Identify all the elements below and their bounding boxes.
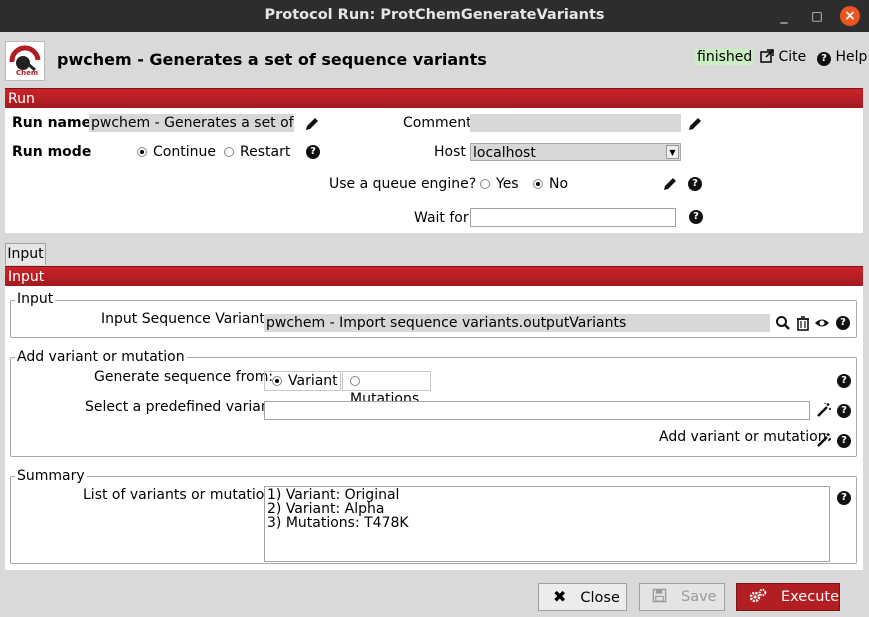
floppy-disk-icon: [652, 588, 667, 603]
close-button[interactable]: ✖ Close: [538, 583, 627, 611]
variants-list[interactable]: 1) Variant: Original 2) Variant: Alpha 3…: [264, 486, 830, 562]
variant-option-label: Variant: [288, 373, 338, 389]
execute-button[interactable]: Execute: [736, 583, 840, 611]
input-sequence-variants-field[interactable]: pwchem - Import sequence variants.output…: [264, 314, 770, 332]
select-predefined-help-icon[interactable]: ?: [837, 404, 851, 418]
protocol-title: pwchem - Generates a set of sequence var…: [57, 50, 487, 69]
queue-yes-radio[interactable]: Yes: [480, 176, 519, 192]
select-predefined-label: Select a predefined variant:: [85, 399, 280, 415]
external-link-icon: [760, 49, 774, 63]
run-name-label: Run name: [12, 115, 92, 131]
add-variant-help-icon[interactable]: ?: [837, 434, 851, 448]
run-name-field[interactable]: pwchem - Generates a set of se: [89, 114, 294, 132]
wait-for-field[interactable]: [470, 208, 676, 227]
trash-icon[interactable]: [795, 315, 811, 331]
input-sequence-variants-label: Input Sequence Variants:: [101, 311, 277, 327]
window-close-button[interactable]: ×: [840, 6, 860, 26]
comment-label: Comment: [403, 115, 472, 131]
edit-queue-icon[interactable]: [662, 176, 678, 192]
search-icon[interactable]: [775, 315, 791, 331]
host-value: localhost: [473, 145, 536, 161]
magic-wand-icon[interactable]: [816, 432, 832, 448]
gears-icon: [749, 588, 767, 603]
list-item: 3) Mutations: T478K: [267, 515, 409, 531]
list-item: 1) Variant: Original: [267, 487, 400, 503]
edit-comment-icon[interactable]: [687, 116, 703, 132]
save-button[interactable]: Save: [639, 583, 725, 611]
generate-from-label: Generate sequence from:: [94, 369, 274, 385]
yes-label: Yes: [496, 176, 519, 192]
window-titlebar: Protocol Run: ProtChemGenerateVariants _…: [0, 0, 869, 32]
wait-for-help-icon[interactable]: ?: [689, 210, 703, 224]
summary-help-icon[interactable]: ?: [837, 491, 851, 505]
protocol-header: Chem pwchem - Generates a set of sequenc…: [0, 32, 869, 88]
wait-for-label: Wait for: [414, 210, 469, 226]
queue-help-icon[interactable]: ?: [688, 177, 702, 191]
edit-run-name-icon[interactable]: [304, 116, 320, 132]
list-variants-label: List of variants or mutations:: [83, 487, 286, 503]
continue-label: Continue: [153, 144, 216, 160]
window-title: Protocol Run: ProtChemGenerateVariants: [264, 7, 605, 23]
cite-link[interactable]: Cite: [760, 49, 806, 65]
run-panel: Run name pwchem - Generates a set of se …: [5, 108, 863, 233]
input-panel: Input Input Sequence Variants: pwchem - …: [5, 286, 863, 570]
mutations-radio[interactable]: Mutations: [342, 371, 431, 407]
close-label: Close: [580, 590, 620, 606]
list-item: 2) Variant: Alpha: [267, 501, 385, 517]
restart-label: Restart: [240, 144, 291, 160]
continue-radio[interactable]: Continue: [137, 144, 216, 160]
radio-unselected-icon: [350, 376, 360, 386]
tab-input[interactable]: Input: [5, 243, 46, 265]
no-label: No: [549, 176, 569, 192]
help-icon: ?: [817, 52, 831, 66]
logo-text: Chem: [16, 69, 39, 77]
magic-wand-icon[interactable]: [816, 402, 832, 418]
variant-radio[interactable]: Variant: [264, 371, 341, 391]
comment-field[interactable]: [470, 114, 681, 132]
add-variant-label: Add variant or mutation:: [659, 429, 832, 445]
run-section-header: Run: [5, 88, 863, 108]
run-mode-help-icon[interactable]: ?: [306, 145, 320, 159]
eye-icon[interactable]: [814, 315, 830, 331]
status-badge: finished: [695, 49, 755, 65]
radio-unselected-icon: [480, 179, 490, 189]
close-x-icon: ✖: [553, 587, 567, 606]
radio-unselected-icon: [224, 147, 234, 157]
help-link[interactable]: ? Help: [817, 49, 867, 66]
radio-selected-icon: [137, 147, 147, 157]
generate-from-help-icon[interactable]: ?: [837, 374, 851, 388]
execute-label: Execute: [781, 589, 839, 605]
maximize-button[interactable]: □: [807, 6, 827, 26]
cite-label: Cite: [778, 49, 807, 65]
input-section-header: Input: [5, 266, 863, 286]
save-label: Save: [681, 589, 717, 605]
help-label: Help: [835, 49, 868, 65]
queue-engine-label: Use a queue engine?: [329, 176, 477, 192]
chevron-down-icon[interactable]: ▼: [666, 145, 679, 159]
input-help-icon[interactable]: ?: [836, 316, 850, 330]
radio-selected-icon: [533, 179, 543, 189]
radio-selected-icon: [272, 376, 282, 386]
queue-no-radio[interactable]: No: [533, 176, 568, 192]
pwchem-logo: Chem: [5, 41, 45, 81]
minimize-button[interactable]: _: [774, 6, 794, 26]
host-select[interactable]: localhost ▼: [470, 143, 681, 161]
summary-group-label: Summary: [15, 468, 87, 484]
add-variant-group-label: Add variant or mutation: [15, 349, 187, 365]
run-mode-label: Run mode: [12, 144, 92, 160]
restart-radio[interactable]: Restart: [224, 144, 290, 160]
host-label: Host: [434, 144, 466, 160]
input-group-label: Input: [15, 291, 56, 307]
select-predefined-field[interactable]: [264, 401, 810, 420]
